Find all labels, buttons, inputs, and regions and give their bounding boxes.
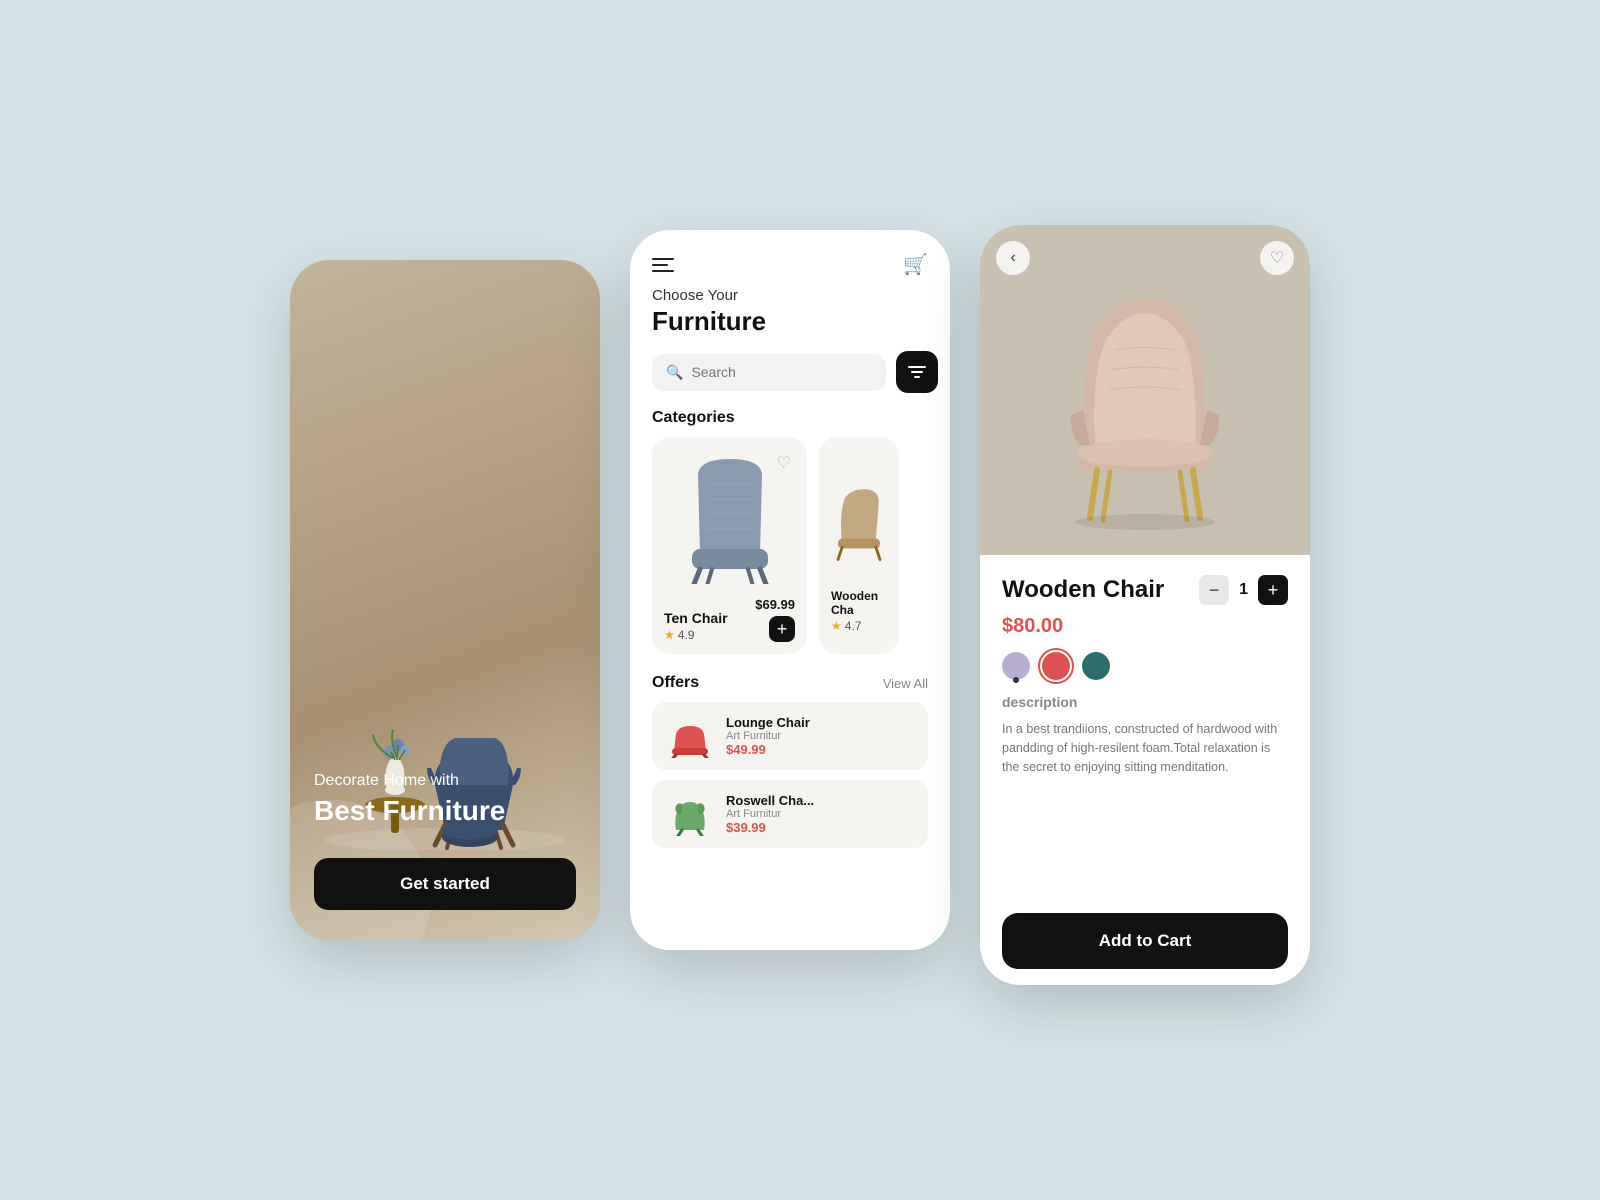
product-chair-illustration <box>1015 250 1275 530</box>
categories-row: ♡ <box>630 437 950 670</box>
category-card-ten-chair[interactable]: ♡ <box>652 437 807 654</box>
browse-header: 🛒 <box>630 230 950 287</box>
offer-image-lounge <box>666 712 714 760</box>
filter-button[interactable] <box>896 351 938 393</box>
offer-brand-roswell: Art Furnitur <box>726 808 914 820</box>
color-option-red[interactable] <box>1042 652 1070 680</box>
cat-rating-1: ★ 4.9 <box>664 628 728 642</box>
menu-icon[interactable] <box>652 258 674 272</box>
lounge-chair-icon <box>668 714 712 758</box>
offer-info-lounge: Lounge Chair Art Furnitur $49.99 <box>726 715 914 757</box>
star-icon-1: ★ <box>664 628 675 642</box>
cart-icon[interactable]: 🛒 <box>903 252 928 277</box>
product-price: $80.00 <box>1002 615 1288 638</box>
quantity-decrease-button[interactable]: − <box>1199 575 1229 605</box>
cat-price-1: $69.99 <box>755 597 795 612</box>
phone-product-detail: ‹ ♡ <box>980 225 1310 985</box>
detail-title-row: Wooden Chair − 1 + <box>1002 575 1288 605</box>
product-image-area: ‹ ♡ <box>980 225 1310 555</box>
offer-card-roswell[interactable]: Roswell Cha... Art Furnitur $39.99 <box>652 780 928 848</box>
offers-title: Offers <box>652 674 699 692</box>
cat-rating-2: ★ 4.7 <box>831 619 887 633</box>
star-icon-2: ★ <box>831 619 842 633</box>
search-input[interactable] <box>691 364 872 380</box>
offer-price-lounge: $49.99 <box>726 742 914 757</box>
quantity-increase-button[interactable]: + <box>1258 575 1288 605</box>
categories-title: Categories <box>630 409 950 437</box>
view-all-button[interactable]: View All <box>883 676 928 691</box>
description-label: description <box>1002 694 1288 710</box>
cat-rating-value-2: 4.7 <box>845 619 862 633</box>
back-button[interactable]: ‹ <box>996 241 1030 275</box>
cat-card-image-2 <box>831 449 887 589</box>
cat-card-info-1: Ten Chair ★ 4.9 $69.99 + <box>664 597 795 642</box>
cat-name-2: Wooden Cha <box>831 589 887 617</box>
offers-section-header: Offers View All <box>630 670 950 702</box>
add-to-cart-button[interactable]: Add to Cart <box>1002 913 1288 969</box>
offers-list: Lounge Chair Art Furnitur $49.99 Roswell… <box>630 702 950 848</box>
offer-name-roswell: Roswell Cha... <box>726 793 914 808</box>
browse-title-main: Furniture <box>630 304 950 351</box>
offer-brand-lounge: Art Furnitur <box>726 730 914 742</box>
browse-title-sub: Choose Your <box>630 287 950 304</box>
offer-card-lounge[interactable]: Lounge Chair Art Furnitur $49.99 <box>652 702 928 770</box>
phone-browse: 🛒 Choose Your Furniture 🔍 Categories ♡ <box>630 230 950 950</box>
quantity-control: − 1 + <box>1199 575 1288 605</box>
onboarding-subtitle: Decorate Home with <box>314 772 576 790</box>
onboarding-title: Best Furniture <box>314 794 576 828</box>
quantity-value: 1 <box>1239 581 1248 599</box>
cat-card-image-1: ♡ <box>664 449 795 589</box>
product-detail-section: Wooden Chair − 1 + $80.00 description In… <box>980 555 1310 985</box>
search-row: 🔍 <box>630 351 950 409</box>
offer-price-roswell: $39.99 <box>726 820 914 835</box>
add-to-cart-small-1[interactable]: + <box>769 616 795 642</box>
offer-image-roswell <box>666 790 714 838</box>
description-text: In a best trandiions, constructed of har… <box>1002 720 1288 776</box>
cat-name-1: Ten Chair <box>664 610 728 626</box>
cat-rating-value-1: 4.9 <box>678 628 695 642</box>
filter-icon <box>908 365 926 379</box>
phone-onboarding: Decorate Home with Best Furniture Get st… <box>290 260 600 940</box>
color-selector <box>1002 648 1288 684</box>
product-name: Wooden Chair <box>1002 576 1164 604</box>
favorite-button[interactable]: ♡ <box>1260 241 1294 275</box>
offer-name-lounge: Lounge Chair <box>726 715 914 730</box>
wishlist-button-1[interactable]: ♡ <box>777 453 791 473</box>
offer-info-roswell: Roswell Cha... Art Furnitur $39.99 <box>726 793 914 835</box>
search-icon: 🔍 <box>666 364 683 381</box>
color-option-teal[interactable] <box>1082 652 1110 680</box>
roswell-chair-icon <box>668 792 712 836</box>
category-card-wooden-chair[interactable]: Wooden Cha ★ 4.7 <box>819 437 899 654</box>
get-started-button[interactable]: Get started <box>314 858 576 910</box>
ten-chair-illustration <box>670 454 790 584</box>
color-option-lavender[interactable] <box>1002 652 1030 680</box>
wooden-chair-illustration-thumb <box>831 459 887 579</box>
search-box[interactable]: 🔍 <box>652 354 886 391</box>
